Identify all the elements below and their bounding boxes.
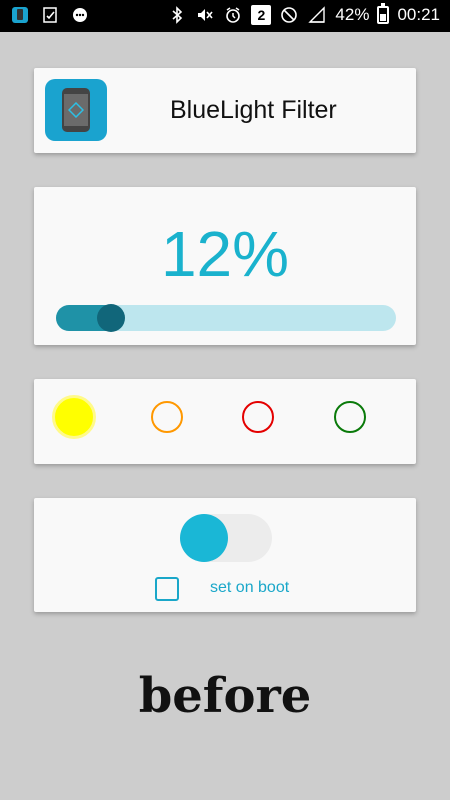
slider-thumb[interactable] [97,304,125,332]
color-red-option[interactable] [242,401,274,433]
check-icon [40,5,60,25]
notification-count: 2 [257,7,266,23]
clock: 00:21 [397,5,440,24]
toggle-knob [180,514,228,562]
chat-icon [70,5,90,25]
system-icons: 2 42% 00:21 [167,3,440,25]
filter-level-slider[interactable] [56,304,396,332]
caption: before [138,668,312,724]
phone-icon [45,79,107,141]
color-picker-card [34,379,416,464]
color-green-option[interactable] [334,401,366,433]
filter-toggle[interactable] [180,514,272,562]
notification-count-icon: 2 [251,5,272,25]
status-bar: 2 42% 00:21 [0,0,450,32]
app-icon [10,5,30,25]
signal-icon [307,5,327,25]
do-not-disturb-icon [279,5,299,25]
filter-level-card: 12% [34,187,416,345]
battery-icon [377,3,390,24]
app-title: BlueLight Filter [170,96,337,124]
mute-icon [195,5,215,25]
color-orange-option[interactable] [151,401,183,433]
filter-percent: 12% [160,218,290,290]
color-yellow-option[interactable] [52,395,96,439]
set-on-boot-label: set on boot [210,579,290,596]
alarm-icon [223,5,243,25]
app-header-card: BlueLight Filter [34,68,416,153]
notification-icons [10,5,90,25]
controls-card: set on boot [34,498,416,612]
set-on-boot-checkbox[interactable] [155,577,179,601]
bluetooth-icon [167,5,187,25]
battery-percent: 42% [335,5,370,24]
